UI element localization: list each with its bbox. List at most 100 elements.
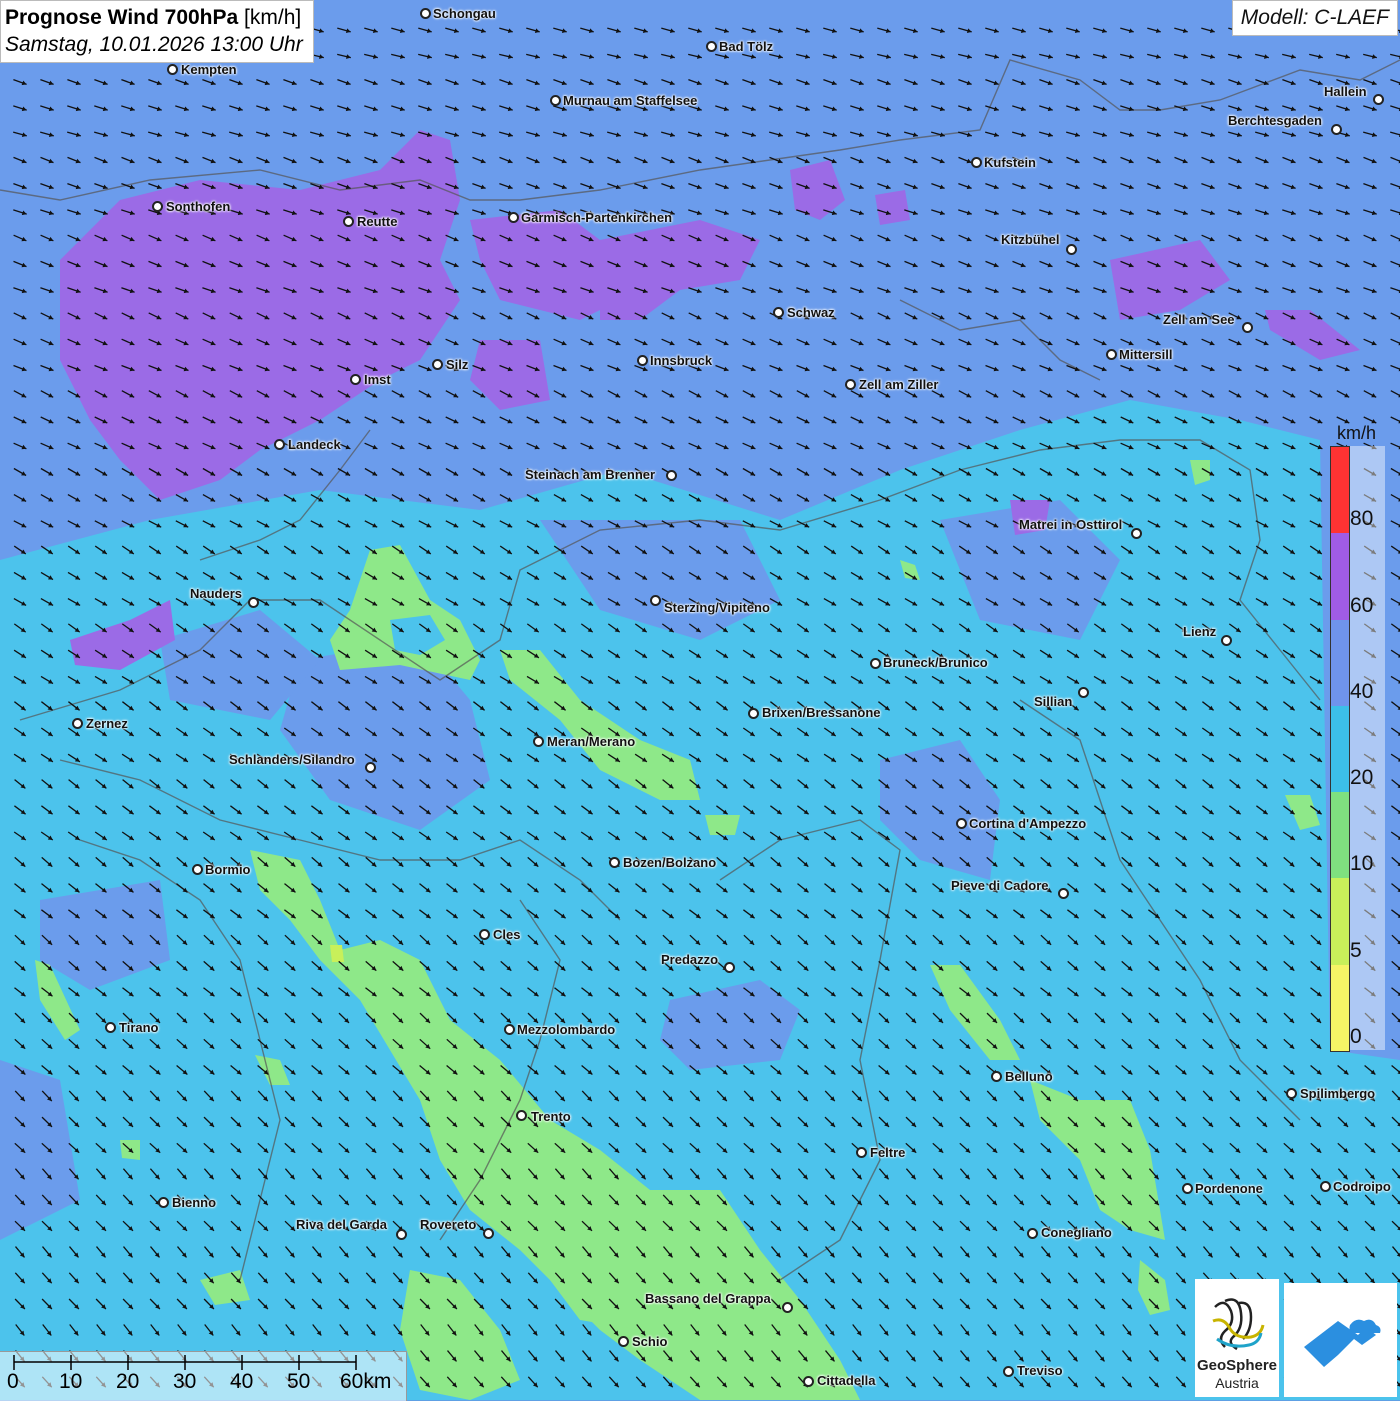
geosphere-emblem-icon (1195, 1287, 1279, 1359)
scale-label: 60km (340, 1370, 391, 1394)
city-marker[interactable] (1078, 687, 1089, 698)
legend-swatch (1331, 878, 1349, 964)
legend-label: 20 (1350, 766, 1373, 790)
city-label: Treviso (1017, 1363, 1063, 1378)
legend-label: 10 (1350, 852, 1373, 876)
city-marker[interactable] (1106, 349, 1117, 360)
city-marker[interactable] (1242, 322, 1253, 333)
legend-label: 0 (1350, 1025, 1362, 1049)
legend-label: 5 (1350, 939, 1362, 963)
city-marker[interactable] (706, 41, 717, 52)
city-marker[interactable] (1221, 635, 1232, 646)
city-label: Schwaz (787, 305, 835, 320)
city-marker[interactable] (637, 355, 648, 366)
city-label: Feltre (870, 1145, 905, 1160)
map-title: Prognose Wind 700hPa [km/h] (5, 4, 303, 31)
city-label: Meran/Merano (547, 734, 635, 749)
city-label: Rovereto (420, 1217, 476, 1232)
city-label: Bad Tölz (719, 39, 773, 54)
city-marker[interactable] (618, 1336, 629, 1347)
city-marker[interactable] (248, 597, 259, 608)
city-label: Codroipo (1333, 1179, 1391, 1194)
city-label: Sillian (1034, 694, 1072, 709)
city-label: Cittadella (817, 1373, 876, 1388)
city-marker[interactable] (956, 818, 967, 829)
city-label: Spilimbergo (1300, 1086, 1375, 1101)
city-marker[interactable] (803, 1376, 814, 1387)
partner-logo[interactable] (1284, 1283, 1397, 1397)
city-marker[interactable] (152, 201, 163, 212)
city-label: Tirano (119, 1020, 159, 1035)
city-label: Hallein (1324, 84, 1367, 99)
legend-unit: km/h (1337, 423, 1376, 444)
city-marker[interactable] (1027, 1228, 1038, 1239)
city-marker[interactable] (365, 762, 376, 773)
city-marker[interactable] (1373, 94, 1384, 105)
city-label: Silz (446, 357, 468, 372)
city-marker[interactable] (343, 216, 354, 227)
city-marker[interactable] (845, 379, 856, 390)
city-label: Landeck (288, 437, 341, 452)
city-marker[interactable] (158, 1197, 169, 1208)
legend-swatch (1331, 965, 1349, 1051)
city-marker[interactable] (1320, 1181, 1331, 1192)
city-marker[interactable] (504, 1024, 515, 1035)
city-label: Reutte (357, 214, 397, 229)
city-label: Garmisch-Partenkirchen (521, 210, 672, 225)
city-label: Conegliano (1041, 1225, 1112, 1240)
geosphere-logo[interactable]: GeoSphere Austria (1195, 1279, 1279, 1397)
city-marker[interactable] (1003, 1366, 1014, 1377)
city-marker[interactable] (856, 1147, 867, 1158)
title-unit: [km/h] (244, 6, 301, 29)
city-label: Bozen/Bolzano (623, 855, 716, 870)
city-marker[interactable] (105, 1022, 116, 1033)
city-label: Imst (364, 372, 391, 387)
city-marker[interactable] (483, 1228, 494, 1239)
city-label: Sterzing/Vipiteno (664, 600, 770, 615)
city-label: Pordenone (1195, 1181, 1263, 1196)
city-marker[interactable] (1066, 244, 1077, 255)
city-marker[interactable] (650, 595, 661, 606)
city-marker[interactable] (1331, 124, 1342, 135)
city-label: Steinach am Brenner (525, 467, 655, 482)
city-marker[interactable] (1058, 888, 1069, 899)
city-marker[interactable] (420, 8, 431, 19)
city-label: Nauders (190, 586, 242, 601)
city-marker[interactable] (508, 212, 519, 223)
city-marker[interactable] (782, 1302, 793, 1313)
city-marker[interactable] (396, 1229, 407, 1240)
geosphere-logo-line2: Austria (1195, 1375, 1279, 1391)
forecast-datetime: Samstag, 10.01.2026 13:00 Uhr (5, 31, 303, 58)
title-panel: Prognose Wind 700hPa [km/h] Samstag, 10.… (0, 0, 314, 63)
city-marker[interactable] (724, 962, 735, 973)
city-label: Cortina d'Ampezzo (969, 816, 1086, 831)
city-label: Kufstein (984, 155, 1036, 170)
city-marker[interactable] (609, 857, 620, 868)
city-marker[interactable] (192, 864, 203, 875)
city-label: Zell am See (1163, 312, 1235, 327)
city-marker[interactable] (748, 708, 759, 719)
city-marker[interactable] (274, 439, 285, 450)
city-marker[interactable] (991, 1071, 1002, 1082)
city-label: Matrei in Osttirol (1019, 517, 1122, 532)
city-marker[interactable] (167, 64, 178, 75)
city-label: Mezzolombardo (517, 1022, 615, 1037)
title-text: Prognose Wind 700hPa (5, 6, 238, 29)
city-label: Cles (493, 927, 520, 942)
city-marker[interactable] (971, 157, 982, 168)
city-marker[interactable] (773, 307, 784, 318)
city-marker[interactable] (432, 359, 443, 370)
city-marker[interactable] (1131, 528, 1142, 539)
city-marker[interactable] (533, 736, 544, 747)
city-marker[interactable] (870, 658, 881, 669)
model-label: Modell: C-LAEF (1232, 0, 1398, 36)
city-marker[interactable] (516, 1110, 527, 1121)
geosphere-logo-line1: GeoSphere (1195, 1357, 1279, 1374)
city-marker[interactable] (72, 718, 83, 729)
city-marker[interactable] (1182, 1183, 1193, 1194)
city-marker[interactable] (1286, 1088, 1297, 1099)
city-marker[interactable] (350, 374, 361, 385)
city-marker[interactable] (666, 470, 677, 481)
city-marker[interactable] (479, 929, 490, 940)
city-marker[interactable] (550, 95, 561, 106)
